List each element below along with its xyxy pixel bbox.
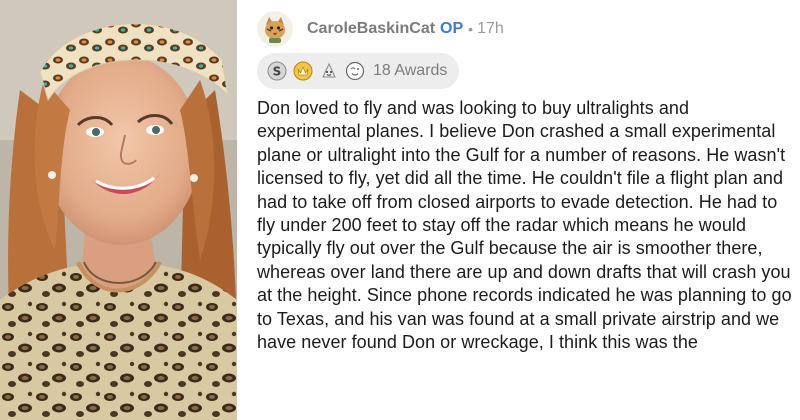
svg-text:S: S	[273, 65, 282, 79]
silver-award-icon: S	[267, 61, 287, 81]
gold-award-icon	[293, 61, 313, 81]
portrait-photo	[0, 0, 237, 420]
timestamp[interactable]: 17h	[477, 20, 504, 38]
op-badge: OP	[440, 20, 464, 37]
wholesome-award-icon	[319, 61, 339, 81]
comment-header: CaroleBaskinCat OP • 17h	[257, 10, 504, 48]
username[interactable]: CaroleBaskinCat	[307, 20, 435, 38]
header-separator: •	[468, 21, 474, 37]
awards-bar[interactable]: S 18 Awards	[257, 53, 460, 89]
user-avatar[interactable]	[257, 11, 293, 47]
reddit-comment: CaroleBaskinCat OP • 17h S 18 Awards Don…	[241, 0, 800, 420]
helpful-award-icon	[345, 61, 365, 81]
awards-count: 18 Awards	[373, 62, 448, 79]
comment-body: Don loved to fly and was looking to buy …	[257, 98, 792, 353]
